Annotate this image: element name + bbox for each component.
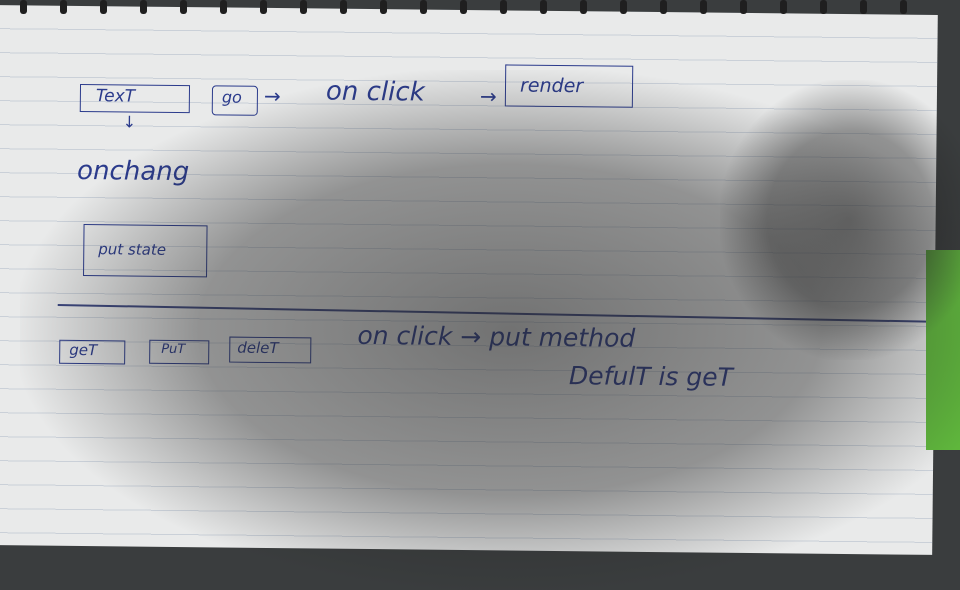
green-cover-edge xyxy=(926,250,960,450)
divider-line xyxy=(57,303,928,323)
delete-button-label: deleT xyxy=(237,338,279,358)
on-click-label: on click xyxy=(325,76,425,108)
default-get-label: DefulT is geT xyxy=(568,361,734,392)
put-button-label: PuT xyxy=(161,341,186,358)
spiral-binding xyxy=(0,0,960,16)
notebook-photo: TexT go → on click → render ↓ onchang pu… xyxy=(0,0,960,590)
notebook-page: TexT go → on click → render ↓ onchang pu… xyxy=(0,5,938,555)
render-label: render xyxy=(519,74,584,98)
text-input-label: TexT xyxy=(95,86,136,107)
arrow-go-to-click: → xyxy=(263,83,281,109)
go-button-label: go xyxy=(221,87,242,107)
on-click-put-label: on click → put method xyxy=(357,320,636,353)
arrow-down: ↓ xyxy=(122,112,137,132)
put-state-label: put state xyxy=(98,240,167,259)
arrow-click-to-render: → xyxy=(479,84,497,109)
get-button-label: geT xyxy=(69,340,98,360)
onchange-label: onchang xyxy=(76,155,190,188)
